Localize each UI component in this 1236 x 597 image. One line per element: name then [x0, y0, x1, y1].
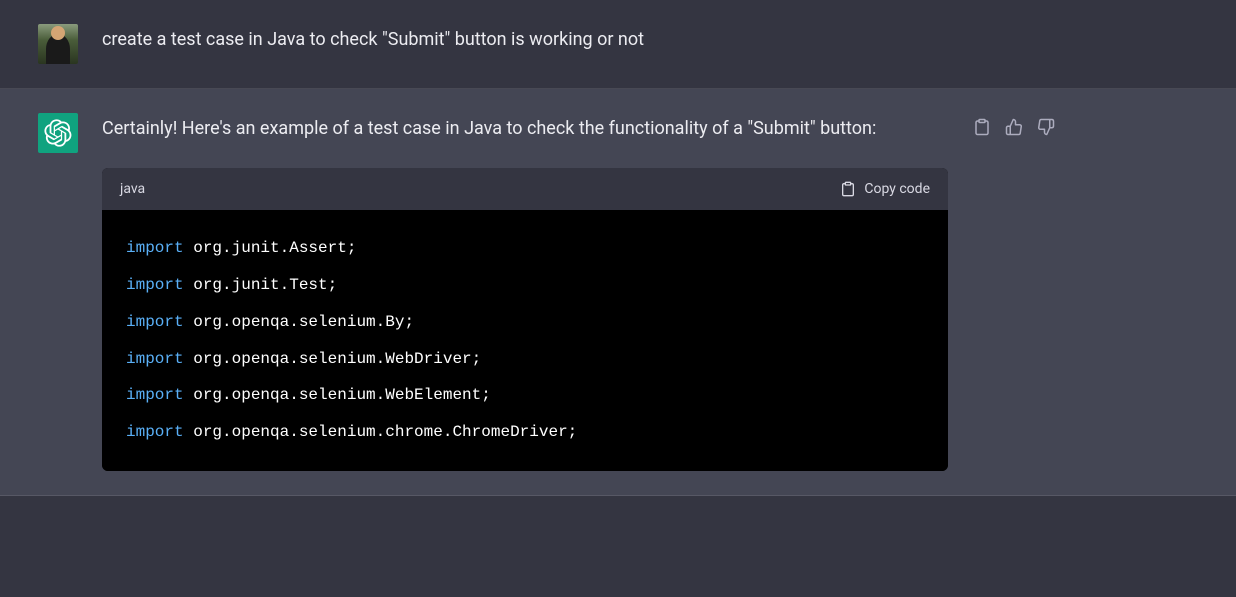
user-message-text: create a test case in Java to check "Sub… — [102, 26, 1056, 55]
copy-code-label: Copy code — [864, 178, 930, 200]
code-block: java Copy code import org.junit.Assert; … — [102, 168, 948, 471]
message-inner: Certainly! Here's an example of a test c… — [0, 113, 1236, 471]
assistant-avatar — [38, 113, 78, 153]
assistant-message-content: Certainly! Here's an example of a test c… — [102, 113, 948, 471]
assistant-intro-text: Certainly! Here's an example of a test c… — [102, 115, 948, 144]
thumbs-up-button[interactable] — [1004, 117, 1024, 137]
user-avatar — [38, 24, 78, 64]
user-message-block: create a test case in Java to check "Sub… — [0, 0, 1236, 89]
copy-message-button[interactable] — [972, 117, 992, 137]
code-content[interactable]: import org.junit.Assert; import org.juni… — [102, 210, 948, 471]
clipboard-icon — [973, 118, 991, 136]
user-avatar-image — [38, 24, 78, 64]
openai-logo-icon — [44, 119, 72, 147]
code-header: java Copy code — [102, 168, 948, 210]
thumbs-down-icon — [1037, 118, 1055, 136]
assistant-message-block: Certainly! Here's an example of a test c… — [0, 89, 1236, 496]
message-actions — [972, 113, 1056, 471]
thumbs-down-button[interactable] — [1036, 117, 1056, 137]
copy-code-button[interactable]: Copy code — [840, 178, 930, 200]
message-inner: create a test case in Java to check "Sub… — [0, 24, 1236, 64]
code-language-label: java — [120, 178, 145, 200]
thumbs-up-icon — [1005, 118, 1023, 136]
clipboard-icon — [840, 181, 856, 197]
user-message-content: create a test case in Java to check "Sub… — [102, 24, 1056, 64]
